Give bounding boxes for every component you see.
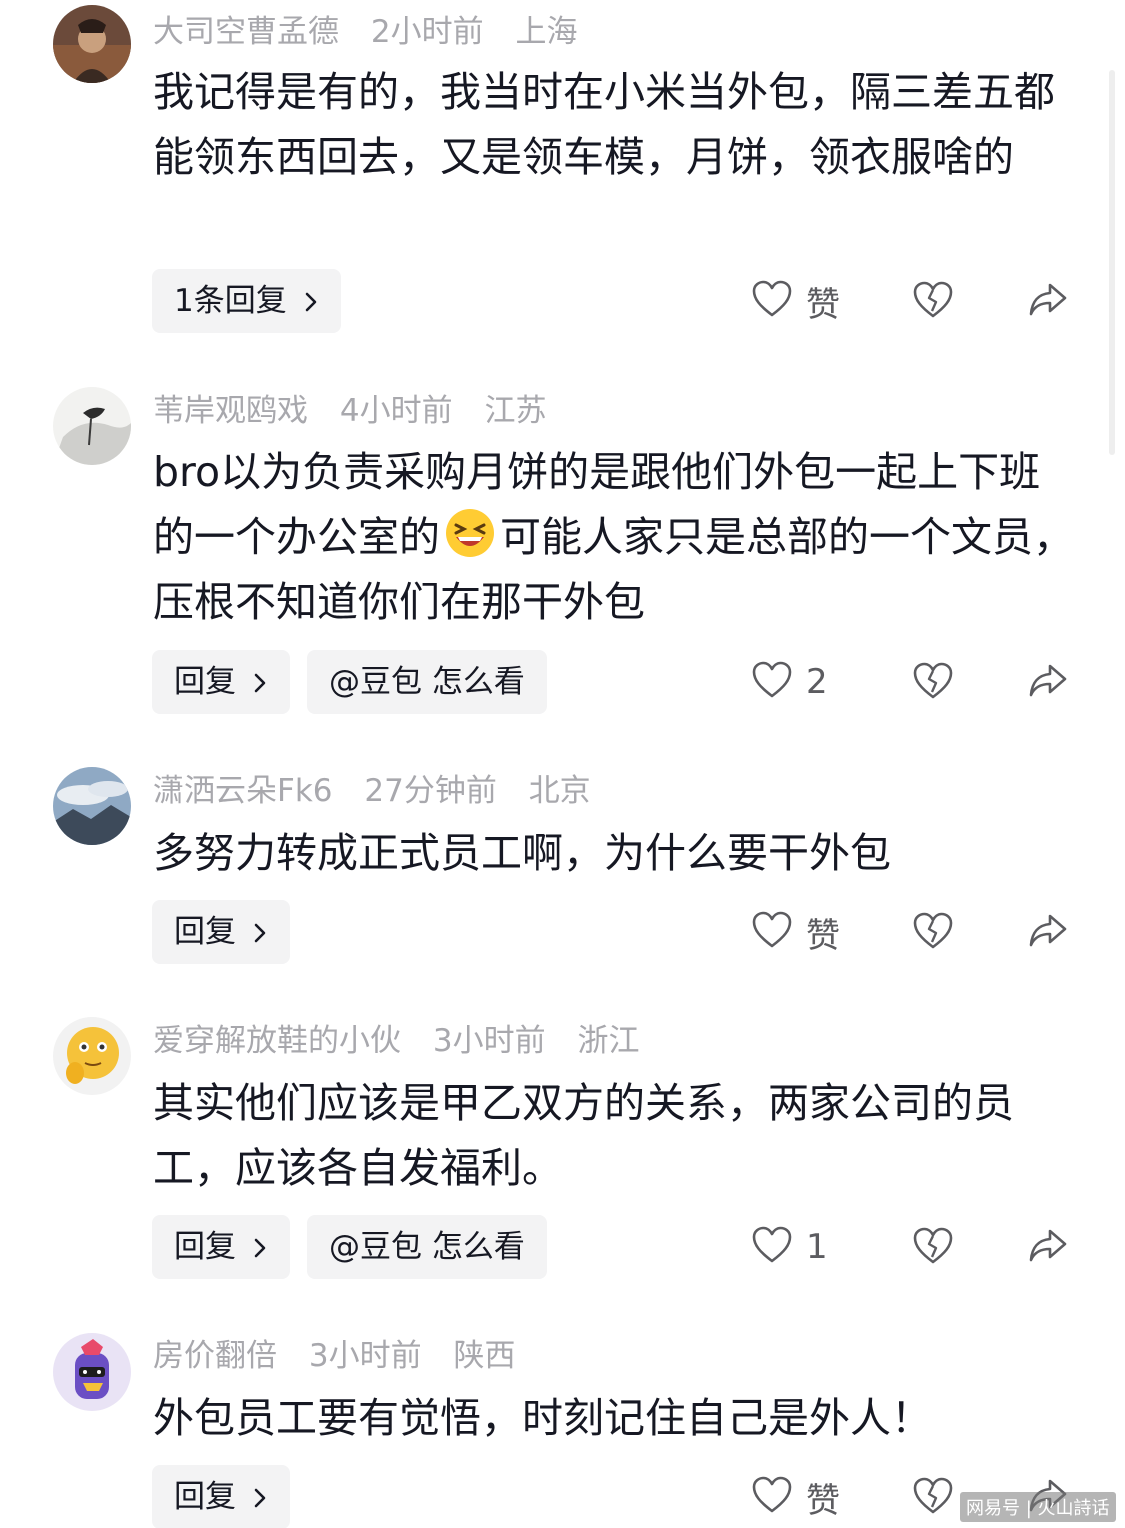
like-label: 赞	[806, 284, 840, 325]
like-label: 赞	[806, 915, 840, 956]
timestamp: 3小时前	[432, 1023, 546, 1059]
ask-doubao-button[interactable]: @豆包 怎么看	[307, 650, 547, 714]
timestamp: 3小时前	[308, 1338, 422, 1374]
share-arrow-icon	[1028, 1229, 1068, 1269]
dislike-button[interactable]	[913, 281, 953, 323]
comment-text: 我记得是有的，我当时在小米当外包，隔三差五都能领东西回去，又是领车模，月饼，领衣…	[153, 68, 1055, 181]
reply-button[interactable]: 回复	[152, 650, 290, 714]
like-button[interactable]: 赞	[752, 900, 840, 964]
reply-button[interactable]: 回复	[152, 900, 290, 964]
broken-heart-icon	[913, 1477, 953, 1519]
location: 江苏	[484, 393, 547, 429]
like-button[interactable]: 赞	[752, 1465, 840, 1528]
view-replies-button[interactable]: 1条回复	[152, 269, 341, 333]
heart-outline-icon	[752, 280, 792, 322]
dislike-button[interactable]	[913, 662, 953, 704]
location: 上海	[515, 14, 578, 50]
share-button[interactable]	[1028, 662, 1068, 704]
heart-outline-icon	[752, 1476, 792, 1518]
comment-text: 外包员工要有觉悟，时刻记住自己是外人！	[153, 1394, 932, 1442]
chevron-right-icon	[252, 1217, 268, 1281]
like-count: 2	[806, 662, 828, 702]
dislike-button[interactable]	[913, 1477, 953, 1519]
scrollbar[interactable]	[1109, 70, 1115, 455]
reply-label: 回复	[174, 914, 236, 950]
share-arrow-icon	[1028, 664, 1068, 704]
comment-meta: 房价翻倍 3小时前 陕西	[153, 1336, 537, 1376]
like-button[interactable]: 2	[752, 650, 828, 714]
chevron-right-icon	[303, 271, 319, 335]
chevron-right-icon	[252, 652, 268, 716]
like-button[interactable]: 1	[752, 1215, 828, 1279]
comment-meta: 苇岸观鸥戏 4小时前 江苏	[153, 391, 568, 431]
watermark: 网易号 | 火山詩话	[960, 1492, 1116, 1522]
comment-actions: 回复 赞	[0, 900, 1125, 964]
timestamp: 4小时前	[339, 393, 453, 429]
comment-text: bro以为负责采购月饼的是跟他们外包一起上下班的一个办公室的 可能人家只是总部的一…	[153, 440, 1078, 635]
heart-outline-icon	[752, 911, 792, 953]
broken-heart-icon	[913, 912, 953, 954]
heart-outline-icon	[752, 1226, 792, 1268]
heart-outline-icon	[752, 661, 792, 703]
reply-label: 回复	[174, 1479, 236, 1515]
broken-heart-icon	[913, 1227, 953, 1269]
location: 北京	[528, 773, 591, 809]
location: 陕西	[453, 1338, 516, 1374]
comment-actions: 回复 @豆包 怎么看 1	[0, 1215, 1125, 1279]
timestamp: 2小时前	[370, 14, 484, 50]
share-button[interactable]	[1028, 281, 1068, 323]
share-button[interactable]	[1028, 912, 1068, 954]
broken-heart-icon	[913, 662, 953, 704]
comment-meta: 潇洒云朵Fk6 27分钟前 北京	[153, 771, 613, 811]
avatar[interactable]	[53, 767, 131, 845]
reply-label: 回复	[174, 1229, 236, 1265]
comment-actions: 1条回复 赞	[0, 269, 1125, 333]
comment-text: 多努力转成正式员工啊，为什么要干外包	[153, 829, 891, 877]
reply-label: 回复	[174, 664, 236, 700]
location: 浙江	[577, 1023, 640, 1059]
like-count: 1	[806, 1227, 828, 1267]
share-arrow-icon	[1028, 914, 1068, 954]
broken-heart-icon	[913, 281, 953, 323]
avatar[interactable]	[53, 5, 131, 83]
avatar[interactable]	[53, 1017, 131, 1095]
grinning-squint-emoji	[444, 507, 496, 559]
comment-actions: 回复 赞	[0, 1465, 1125, 1528]
username[interactable]: 潇洒云朵Fk6	[153, 773, 333, 809]
ask-doubao-button[interactable]: @豆包 怎么看	[307, 1215, 547, 1279]
comment-text: 其实他们应该是甲乙双方的关系，两家公司的员工，应该各自发福利。	[153, 1079, 1014, 1192]
avatar[interactable]	[53, 1333, 131, 1411]
like-label: 赞	[806, 1480, 840, 1521]
comment-meta: 大司空曹孟德 2小时前 上海	[153, 12, 599, 52]
username[interactable]: 爱穿解放鞋的小伙	[153, 1023, 401, 1059]
view-replies-label: 1条回复	[174, 283, 287, 319]
comment-meta: 爱穿解放鞋的小伙 3小时前 浙江	[153, 1021, 661, 1061]
username[interactable]: 苇岸观鸥戏	[153, 393, 308, 429]
username[interactable]: 房价翻倍	[153, 1338, 277, 1374]
share-button[interactable]	[1028, 1227, 1068, 1269]
chevron-right-icon	[252, 902, 268, 966]
timestamp: 27分钟前	[364, 773, 497, 809]
comment-actions: 回复 @豆包 怎么看 2	[0, 650, 1125, 714]
share-arrow-icon	[1028, 283, 1068, 323]
chevron-right-icon	[252, 1467, 268, 1528]
like-button[interactable]: 赞	[752, 269, 840, 333]
dislike-button[interactable]	[913, 1227, 953, 1269]
dislike-button[interactable]	[913, 912, 953, 954]
username[interactable]: 大司空曹孟德	[153, 14, 339, 50]
reply-button[interactable]: 回复	[152, 1465, 290, 1528]
reply-button[interactable]: 回复	[152, 1215, 290, 1279]
avatar[interactable]	[53, 387, 131, 465]
